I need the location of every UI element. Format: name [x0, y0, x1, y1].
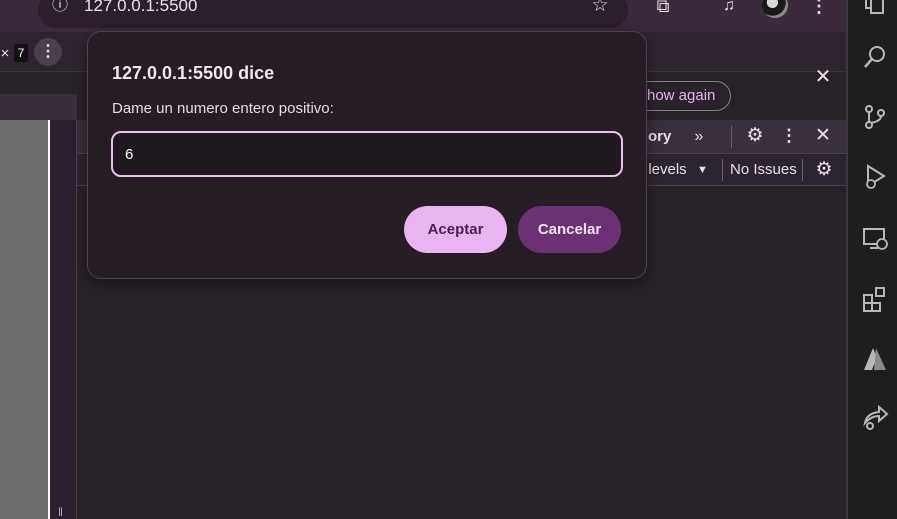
media-control-icon[interactable]: ♫ [716, 0, 742, 19]
activity-bar [848, 0, 897, 519]
tab-menu-button[interactable]: ⋮ [34, 38, 62, 66]
log-levels-dropdown[interactable]: t levels [640, 159, 687, 181]
prompt-input[interactable] [111, 131, 623, 177]
remote-explorer-icon[interactable] [858, 225, 892, 259]
close-icon[interactable]: ✕ [812, 66, 834, 88]
cancel-button[interactable]: Cancelar [518, 206, 621, 253]
kebab-menu-icon[interactable]: ⋮ [808, 0, 830, 19]
tab-memory[interactable]: ory [648, 126, 671, 148]
more-tabs-icon[interactable]: » [688, 126, 710, 148]
extensions-icon[interactable] [858, 285, 892, 319]
viewport-border [48, 120, 50, 519]
search-icon[interactable] [858, 43, 892, 77]
page-panel-header [0, 94, 77, 120]
dialog-title: 127.0.0.1:5500 dice [112, 63, 275, 83]
chevron-down-icon[interactable]: ▼ [697, 159, 708, 181]
divider [731, 126, 732, 148]
gear-icon[interactable]: ⚙ [812, 158, 836, 182]
address-url[interactable]: 127.0.0.1:5500 [84, 0, 197, 17]
star-icon[interactable]: ☆ [588, 0, 612, 18]
azure-icon[interactable] [858, 345, 892, 379]
close-icon[interactable]: ✕ [812, 124, 834, 148]
page-viewport [0, 120, 48, 519]
close-icon[interactable]: × [0, 44, 12, 64]
info-icon[interactable]: ⓘ [48, 0, 72, 18]
resize-grip-icon[interactable]: ‖ [58, 505, 66, 519]
run-debug-icon[interactable] [858, 163, 892, 197]
source-control-icon[interactable] [858, 103, 892, 137]
dialog-message: Dame un numero entero positivo: [112, 100, 334, 117]
divider [722, 159, 723, 181]
tab-badge: 7 [14, 44, 28, 62]
live-share-icon[interactable] [858, 403, 892, 437]
gear-icon[interactable]: ⚙ [743, 124, 767, 148]
explorer-icon[interactable] [858, 0, 892, 24]
puzzle-icon[interactable]: ⧉ [650, 0, 676, 19]
accept-button[interactable]: Aceptar [404, 206, 507, 253]
divider [802, 159, 803, 181]
kebab-menu-icon[interactable]: ⋮ [779, 124, 799, 148]
issues-button[interactable]: No Issues [730, 159, 797, 181]
